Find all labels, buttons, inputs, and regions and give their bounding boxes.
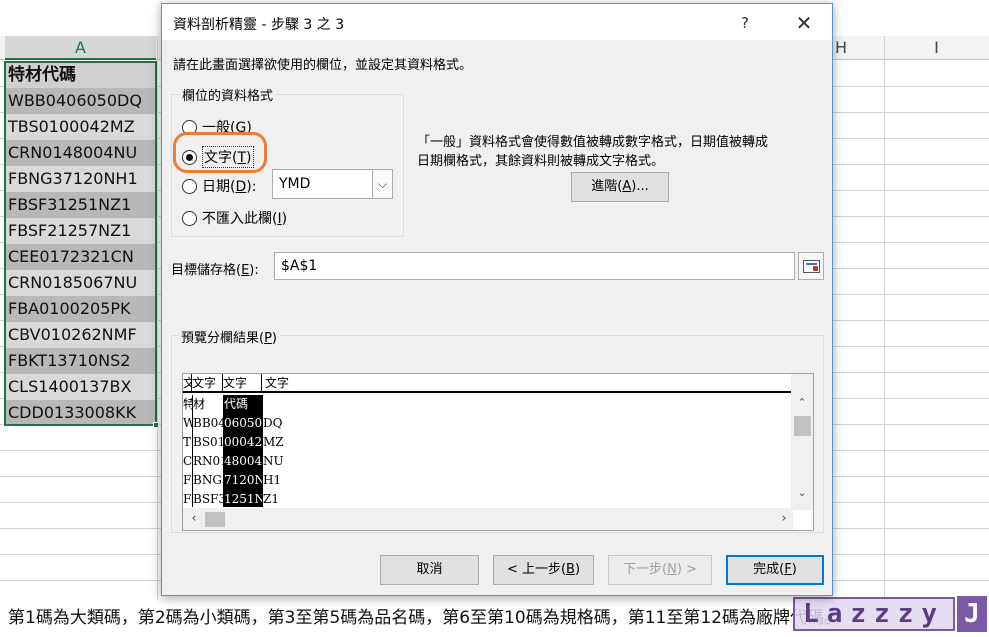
advanced-button[interactable]: 進階(A)... <box>571 172 669 202</box>
preview-column-2[interactable]: 文字 <box>192 374 223 393</box>
format-description-line1: 「一般」資料格式會使得數值被轉成數字格式，日期值被轉成 <box>417 135 769 150</box>
date-format-select[interactable]: YMD ⌵ <box>272 169 393 199</box>
chevron-down-icon[interactable]: ⌄ <box>791 484 813 502</box>
preview-row: 特 材 代碼 <box>183 397 249 411</box>
preview-row: T BS01 00042 MZ <box>183 435 284 449</box>
radio-date-label: 日期(D): <box>202 179 257 195</box>
radio-skip[interactable]: 不匯入此欄(I) <box>182 208 287 228</box>
close-button[interactable]: ✕ <box>782 9 826 37</box>
preview-column-3[interactable]: 文字 <box>223 374 262 393</box>
dialog-title: 資料剖析精靈 - 步驟 3 之 3 <box>173 17 345 33</box>
back-button[interactable]: < 上一步(B) <box>493 555 594 585</box>
preview-label: 預覽分欄結果(P) <box>178 327 280 346</box>
radio-circle-skip[interactable] <box>182 210 197 226</box>
selection-border <box>4 61 157 426</box>
radio-skip-label: 不匯入此欄(I) <box>202 211 288 227</box>
next-button[interactable]: 下一步(N) > <box>608 555 712 585</box>
preview-horizontal-scrollbar[interactable]: ‹ › <box>183 508 793 530</box>
radio-circle-date[interactable] <box>182 178 197 194</box>
column-header-i[interactable]: I <box>884 36 989 60</box>
preview-row: F BNG3 7120N H1 <box>183 473 282 487</box>
preview-column-headers: 文字 文字 文字 文字 <box>183 374 792 393</box>
column-format-label: 欄位的資料格式 <box>180 85 276 104</box>
vertical-scroll-thumb[interactable] <box>794 416 811 436</box>
date-format-value: YMD <box>279 176 311 192</box>
watermark-text: Lazzzy <box>793 597 955 631</box>
chevron-down-icon[interactable]: ⌵ <box>372 170 392 198</box>
preview-row: C RN01 48004 NU <box>183 454 284 468</box>
chevron-right-icon[interactable]: › <box>775 508 793 530</box>
preview-row: F BSF3 1251N Z1 <box>183 492 279 506</box>
preview-column-1[interactable]: 文字 <box>183 374 192 393</box>
format-description-line2: 日期欄格式，其餘資料則被轉成文字格式。 <box>417 154 665 169</box>
collapse-dialog-button[interactable] <box>798 252 824 280</box>
horizontal-scroll-thumb[interactable] <box>205 512 225 527</box>
radio-circle-text[interactable] <box>182 149 197 165</box>
radio-text-label: 文字(T) <box>202 146 254 168</box>
column-header-h[interactable]: H <box>833 36 883 60</box>
cancel-button[interactable]: 取消 <box>380 555 479 585</box>
preview-row: W BB04 06050 DQ <box>183 416 283 430</box>
range-select-icon <box>803 260 820 273</box>
watermark-letter: J <box>957 596 987 632</box>
column-header-a[interactable]: A <box>5 36 156 60</box>
fill-handle[interactable] <box>153 422 159 428</box>
help-button[interactable]: ? <box>727 9 763 37</box>
preview-vertical-scrollbar[interactable]: ⌃ ⌄ <box>791 374 813 510</box>
radio-text[interactable]: 文字(T) <box>182 146 254 168</box>
text-to-columns-dialog: 資料剖析精靈 - 步驟 3 之 3 ? ✕ 請在此畫面選擇欲使用的欄位，並設定其… <box>161 3 833 596</box>
chevron-left-icon[interactable]: ‹ <box>185 508 203 530</box>
radio-date[interactable]: 日期(D): <box>182 176 256 196</box>
chevron-up-icon[interactable]: ⌃ <box>791 394 813 412</box>
instruction-text: 請在此畫面選擇欲使用的欄位，並設定其資料格式。 <box>173 58 473 73</box>
preview-column-4[interactable]: 文字 <box>262 374 792 393</box>
preview-body: 特 材 代碼 W BB04 06050 DQ T BS01 00042 MZ C… <box>183 395 792 507</box>
watermark-logo: Lazzzy J <box>793 594 987 634</box>
dialog-titlebar: 資料剖析精靈 - 步驟 3 之 3 ? ✕ <box>162 4 832 40</box>
destination-label: 目標儲存格(E): <box>171 263 259 278</box>
data-preview[interactable]: 文字 文字 文字 文字 特 材 代碼 W BB04 06050 DQ <box>182 373 814 531</box>
destination-input[interactable]: $A$1 <box>274 252 795 280</box>
finish-button[interactable]: 完成(F) <box>726 555 824 585</box>
destination-value: $A$1 <box>281 258 318 274</box>
